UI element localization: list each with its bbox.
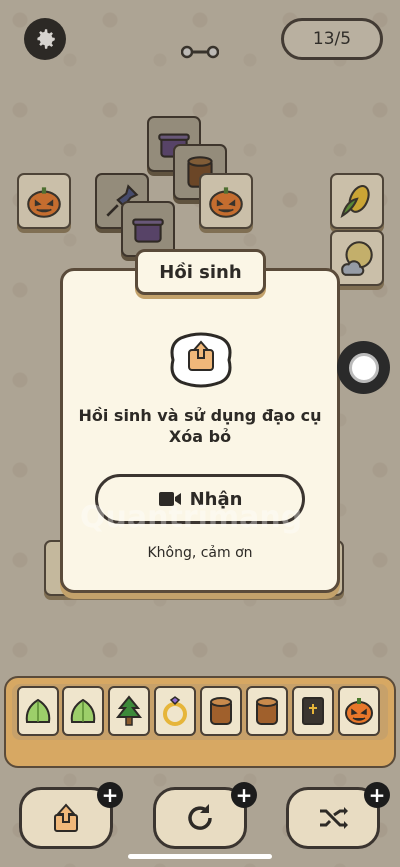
log-icon xyxy=(210,697,232,725)
tray-slot[interactable] xyxy=(108,686,150,736)
tray-slot[interactable] xyxy=(154,686,196,736)
home-indicator[interactable] xyxy=(128,854,272,859)
receive-button[interactable]: Nhận xyxy=(95,474,305,524)
pumpkin-icon xyxy=(345,698,373,725)
video-camera-icon xyxy=(158,492,181,506)
lettuce-icon xyxy=(70,698,96,723)
refresh-icon xyxy=(188,804,212,830)
tray-slot[interactable] xyxy=(17,686,59,736)
assistive-touch-button[interactable] xyxy=(337,341,390,394)
tree-icon xyxy=(115,695,143,726)
undo-icon xyxy=(54,803,78,832)
shuffle-add-badge[interactable]: + xyxy=(364,782,390,808)
receive-button-label: Nhận xyxy=(189,488,243,510)
undo-add-badge[interactable]: + xyxy=(97,782,123,808)
tray-slot[interactable] xyxy=(338,686,380,736)
refresh-add-badge[interactable]: + xyxy=(231,782,257,808)
shuffle-icon xyxy=(320,807,348,829)
tray-slot[interactable] xyxy=(246,686,288,736)
ring-icon xyxy=(163,696,187,726)
dialog-description: Hồi sinh và sử dụng đạo cụ Xóa bỏ xyxy=(78,406,322,446)
tray-slot[interactable] xyxy=(200,686,242,736)
dialog-title: Hồi sinh xyxy=(135,249,266,295)
log-icon xyxy=(256,697,278,725)
tray-slot[interactable] xyxy=(292,686,334,736)
tray-slot[interactable] xyxy=(62,686,104,736)
lettuce-icon xyxy=(25,698,51,723)
decline-link[interactable]: Không, cảm ơn xyxy=(60,545,340,561)
book-icon xyxy=(302,697,324,725)
undo-booster-icon xyxy=(170,332,232,388)
